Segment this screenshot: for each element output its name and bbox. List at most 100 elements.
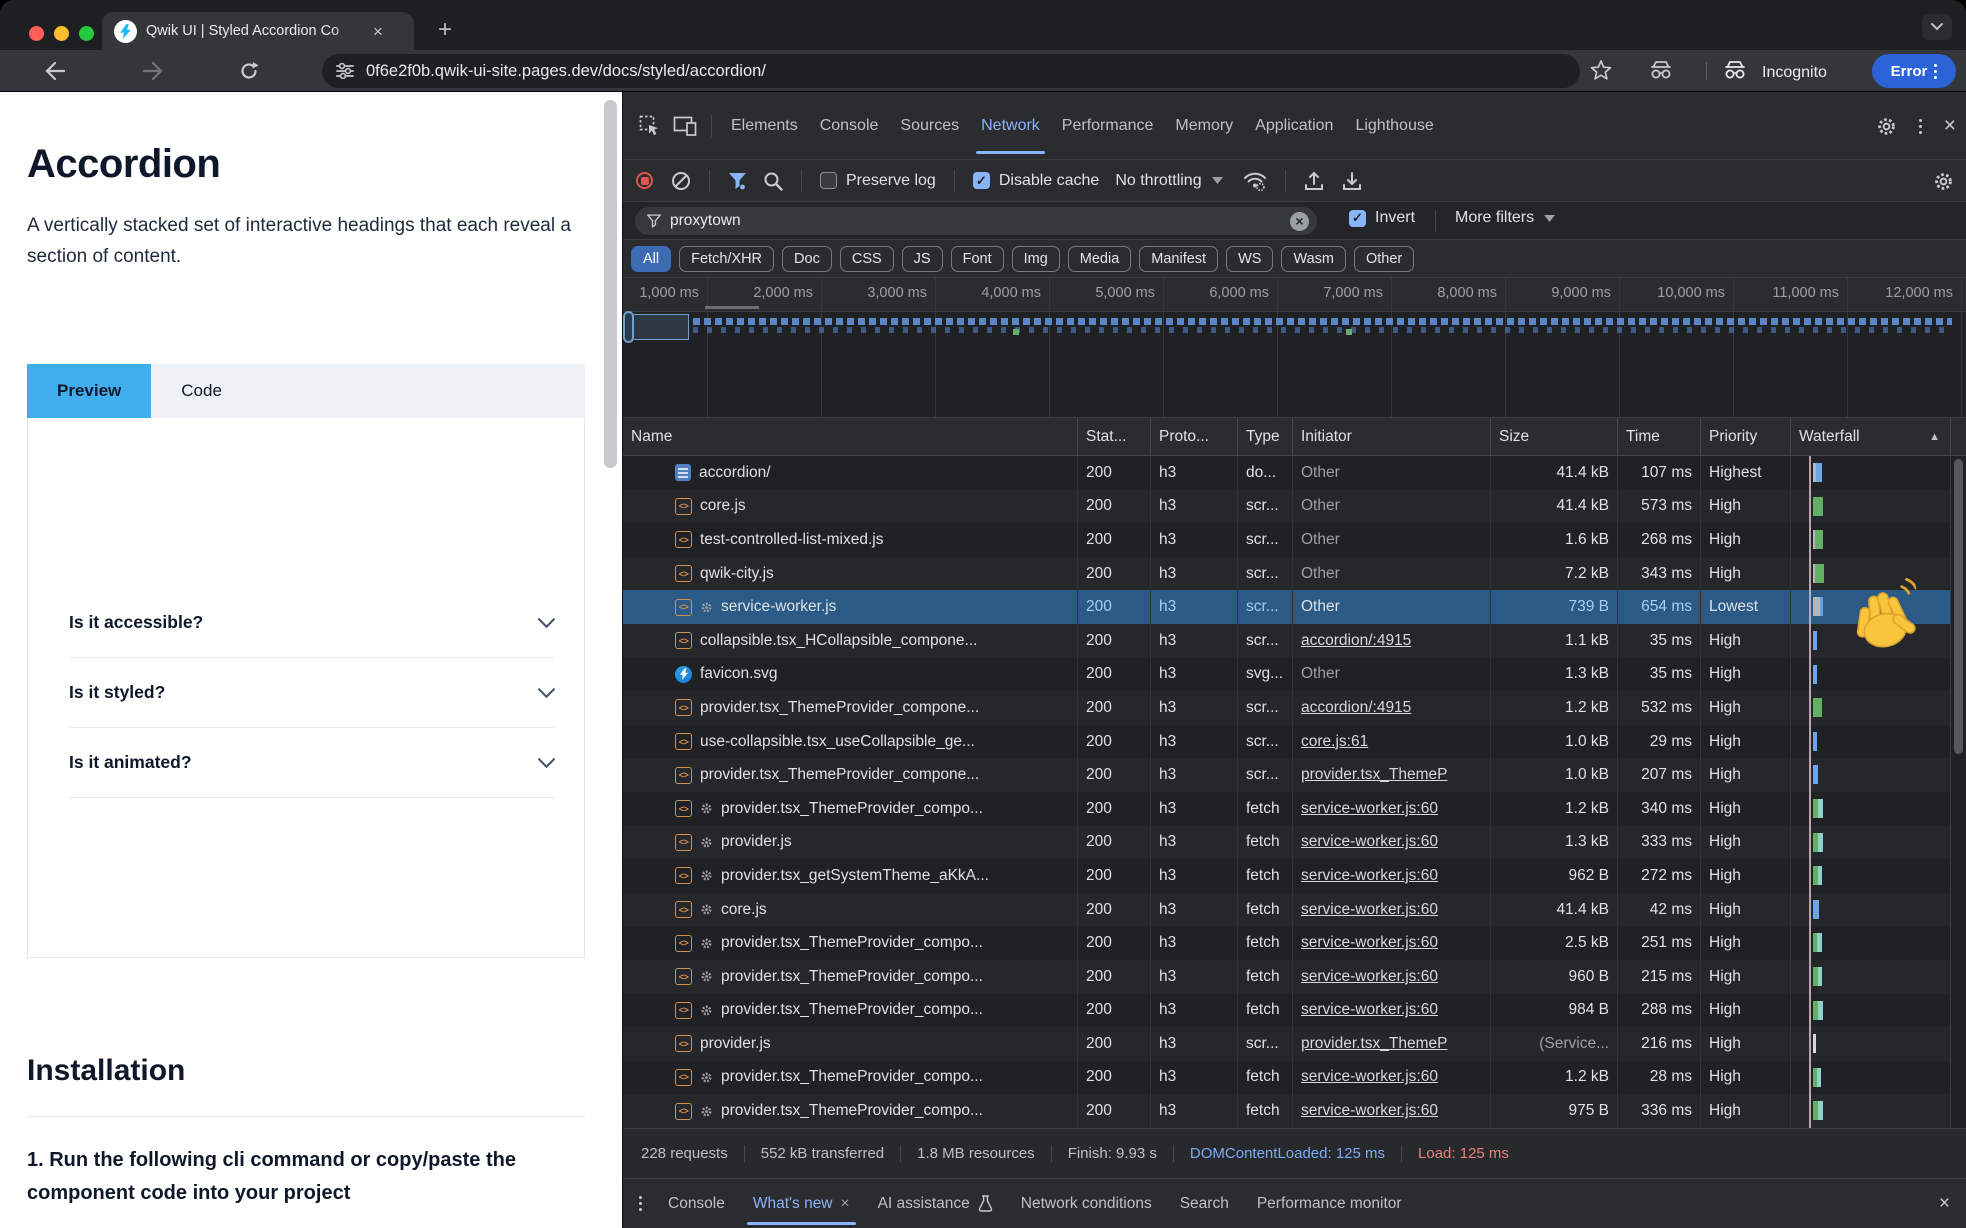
browser-tab[interactable]: Qwik UI | Styled Accordion Co ×: [102, 12, 414, 50]
devtools-tab-application[interactable]: Application: [1244, 92, 1344, 160]
time-cell[interactable]: 29 ms: [1618, 725, 1701, 759]
column-header-stat[interactable]: Stat...: [1078, 418, 1151, 455]
priority-cell[interactable]: High: [1701, 893, 1791, 927]
protocol-cell[interactable]: h3: [1151, 624, 1238, 658]
table-row[interactable]: favicon.svg200h3svg...Other1.3 kB35 msHi…: [623, 658, 1966, 692]
tab-search-button[interactable]: [1922, 14, 1952, 40]
type-cell[interactable]: fetch: [1238, 1094, 1293, 1128]
protocol-cell[interactable]: h3: [1151, 456, 1238, 490]
initiator-link[interactable]: service-worker.js:60: [1301, 867, 1438, 885]
priority-cell[interactable]: High: [1701, 994, 1791, 1028]
request-name-cell[interactable]: <>core.js: [623, 893, 1078, 927]
initiator-cell[interactable]: accordion/:4915: [1293, 624, 1491, 658]
request-name-cell[interactable]: accordion/: [623, 456, 1078, 490]
more-filters-select[interactable]: More filters: [1455, 209, 1555, 227]
protocol-cell[interactable]: h3: [1151, 994, 1238, 1028]
request-name-cell[interactable]: <>provider.js: [623, 1027, 1078, 1061]
request-name-cell[interactable]: <>provider.tsx_ThemeProvider_compone...: [623, 691, 1078, 725]
network-conditions-icon[interactable]: [1243, 171, 1267, 191]
column-header-initiator[interactable]: Initiator: [1293, 418, 1491, 455]
search-icon[interactable]: [763, 171, 783, 191]
protocol-cell[interactable]: h3: [1151, 893, 1238, 927]
time-cell[interactable]: 42 ms: [1618, 893, 1701, 927]
type-cell[interactable]: scr...: [1238, 1027, 1293, 1061]
protocol-cell[interactable]: h3: [1151, 725, 1238, 759]
request-name-cell[interactable]: <>provider.tsx_ThemeProvider_compo...: [623, 792, 1078, 826]
protocol-cell[interactable]: h3: [1151, 1094, 1238, 1128]
request-name-cell[interactable]: <>provider.tsx_ThemeProvider_compone...: [623, 758, 1078, 792]
waterfall-cell[interactable]: [1791, 758, 1951, 792]
request-name-cell[interactable]: <>core.js: [623, 490, 1078, 524]
size-cell[interactable]: 1.2 kB: [1491, 691, 1618, 725]
drawer-tab-ai-assistance[interactable]: AI assistance: [864, 1179, 1007, 1228]
site-settings-icon[interactable]: [336, 63, 354, 79]
initiator-cell[interactable]: service-worker.js:60: [1293, 926, 1491, 960]
type-cell[interactable]: scr...: [1238, 523, 1293, 557]
priority-cell[interactable]: Lowest: [1701, 590, 1791, 624]
column-header-type[interactable]: Type: [1238, 418, 1293, 455]
type-cell[interactable]: fetch: [1238, 792, 1293, 826]
table-row[interactable]: <>test-controlled-list-mixed.js200h3scr.…: [623, 523, 1966, 557]
timeline-selection-window[interactable]: [631, 314, 689, 340]
filter-chip-doc[interactable]: Doc: [782, 246, 832, 272]
initiator-link[interactable]: service-worker.js:60: [1301, 968, 1438, 986]
type-cell[interactable]: scr...: [1238, 691, 1293, 725]
devtools-tab-performance[interactable]: Performance: [1051, 92, 1165, 160]
scrollbar-thumb[interactable]: [1954, 459, 1963, 754]
table-row[interactable]: <>provider.js200h3fetchservice-worker.js…: [623, 826, 1966, 860]
column-header-size[interactable]: Size: [1491, 418, 1618, 455]
status-cell[interactable]: 200: [1078, 1094, 1151, 1128]
incognito-badge-icon[interactable]: [1648, 59, 1674, 86]
priority-cell[interactable]: High: [1701, 1061, 1791, 1095]
clear-network-log-icon[interactable]: [671, 171, 691, 191]
macos-close-button[interactable]: [29, 26, 44, 41]
status-cell[interactable]: 200: [1078, 490, 1151, 524]
priority-cell[interactable]: High: [1701, 758, 1791, 792]
size-cell[interactable]: 1.1 kB: [1491, 624, 1618, 658]
initiator-cell[interactable]: core.js:61: [1293, 725, 1491, 759]
type-cell[interactable]: do...: [1238, 456, 1293, 490]
initiator-cell[interactable]: Other: [1293, 557, 1491, 591]
time-cell[interactable]: 654 ms: [1618, 590, 1701, 624]
bookmark-star-icon[interactable]: [1590, 59, 1612, 86]
size-cell[interactable]: 962 B: [1491, 859, 1618, 893]
tab-close-icon[interactable]: ×: [373, 23, 383, 40]
table-row[interactable]: <>provider.tsx_ThemeProvider_compo...200…: [623, 792, 1966, 826]
size-cell[interactable]: 7.2 kB: [1491, 557, 1618, 591]
initiator-cell[interactable]: Other: [1293, 456, 1491, 490]
initiator-link[interactable]: service-worker.js:60: [1301, 800, 1438, 818]
invert-checkbox[interactable]: ✓: [1349, 210, 1366, 227]
time-cell[interactable]: 207 ms: [1618, 758, 1701, 792]
type-cell[interactable]: fetch: [1238, 1061, 1293, 1095]
protocol-cell[interactable]: h3: [1151, 691, 1238, 725]
waterfall-cell[interactable]: [1791, 490, 1951, 524]
status-cell[interactable]: 200: [1078, 994, 1151, 1028]
drawer-tab-console[interactable]: Console: [654, 1179, 739, 1228]
accordion-item[interactable]: Is it animated?: [69, 728, 555, 798]
time-cell[interactable]: 573 ms: [1618, 490, 1701, 524]
time-cell[interactable]: 28 ms: [1618, 1061, 1701, 1095]
initiator-link[interactable]: accordion/:4915: [1301, 699, 1411, 717]
priority-cell[interactable]: High: [1701, 523, 1791, 557]
preserve-log-toggle[interactable]: Preserve log: [820, 172, 936, 190]
priority-cell[interactable]: High: [1701, 557, 1791, 591]
network-settings-icon[interactable]: [1933, 171, 1954, 192]
disable-cache-checkbox[interactable]: ✓: [973, 172, 990, 189]
export-har-icon[interactable]: [1342, 171, 1362, 191]
forward-button[interactable]: [136, 54, 170, 88]
time-cell[interactable]: 343 ms: [1618, 557, 1701, 591]
time-cell[interactable]: 215 ms: [1618, 960, 1701, 994]
address-bar[interactable]: 0f6e2f0b.qwik-ui-site.pages.dev/docs/sty…: [322, 54, 1580, 88]
filter-chip-fetch-xhr[interactable]: Fetch/XHR: [679, 246, 774, 272]
initiator-cell[interactable]: service-worker.js:60: [1293, 994, 1491, 1028]
initiator-cell[interactable]: service-worker.js:60: [1293, 826, 1491, 860]
protocol-cell[interactable]: h3: [1151, 960, 1238, 994]
devtools-tab-sources[interactable]: Sources: [889, 92, 970, 160]
type-cell[interactable]: scr...: [1238, 725, 1293, 759]
status-cell[interactable]: 200: [1078, 658, 1151, 692]
record-network-log-button[interactable]: [636, 172, 653, 189]
waterfall-cell[interactable]: [1791, 523, 1951, 557]
drawer-close-icon[interactable]: ×: [1939, 1193, 1950, 1215]
priority-cell[interactable]: Highest: [1701, 456, 1791, 490]
filter-chip-img[interactable]: Img: [1012, 246, 1060, 272]
